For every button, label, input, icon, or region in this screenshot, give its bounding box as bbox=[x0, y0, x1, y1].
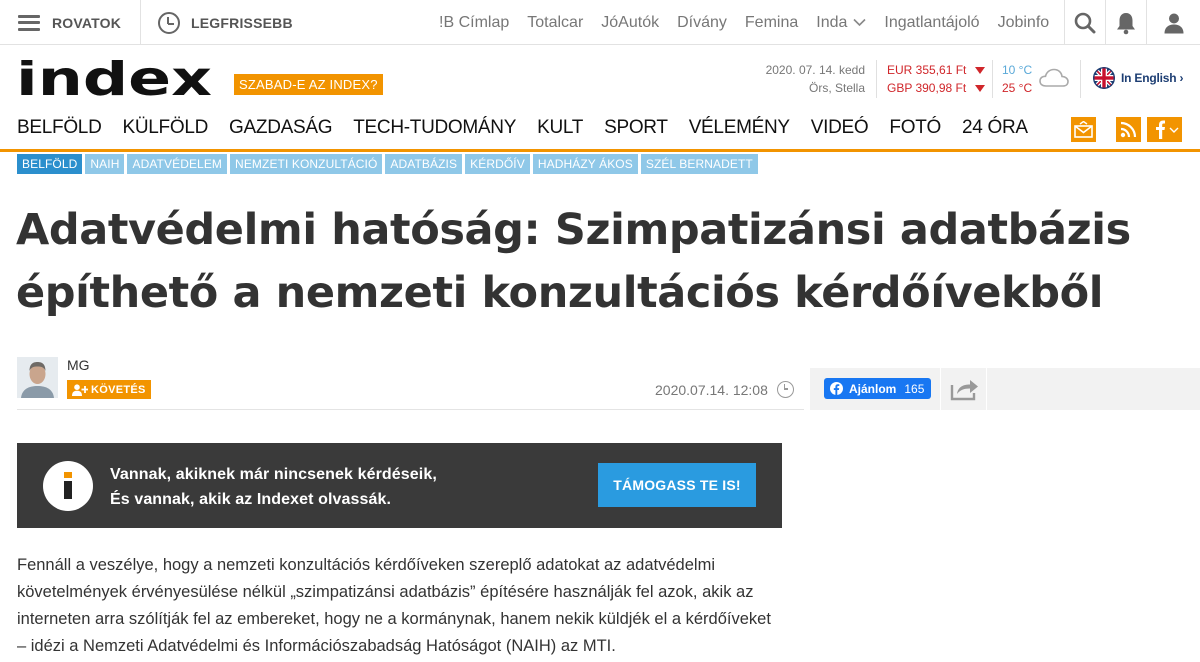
article-lead: Fennáll a veszélye, hogy a nemzeti konzu… bbox=[17, 556, 771, 655]
share-bar-extension bbox=[987, 368, 1200, 410]
article-title-line-2: építhető a nemzeti konzultációs kérdőíve… bbox=[16, 268, 1104, 318]
rovatok-label: ROVATOK bbox=[52, 14, 122, 31]
facebook-like-label: Ajánlom bbox=[849, 381, 897, 396]
nav-item-tech-tudomany[interactable]: TECH-TUDOMÁNY bbox=[353, 117, 516, 139]
uk-flag-icon bbox=[1093, 67, 1115, 89]
date-block: 2020. 07. 14. kedd Örs, Stella bbox=[740, 61, 865, 97]
support-banner-text: Vannak, akiknek már nincsenek kérdéseik,… bbox=[110, 462, 437, 512]
follow-button[interactable]: KÖVETÉS bbox=[67, 380, 151, 399]
index-logo[interactable]: index bbox=[16, 60, 212, 100]
in-english-label: In English › bbox=[1121, 71, 1184, 85]
user-icon bbox=[1164, 13, 1183, 33]
partner-link-joautok[interactable]: JóAutók bbox=[601, 14, 659, 32]
eur-rate: EUR 355,61 Ft bbox=[887, 63, 967, 77]
rss-button[interactable] bbox=[1116, 117, 1141, 142]
partner-link-inda[interactable]: Inda bbox=[816, 14, 866, 32]
mail-icon bbox=[1074, 121, 1093, 138]
nav-item-foto[interactable]: FOTÓ bbox=[889, 117, 941, 139]
partner-link-divany[interactable]: Dívány bbox=[677, 14, 727, 32]
weather[interactable]: 10 °C 25 °C bbox=[1002, 61, 1032, 97]
support-banner: Vannak, akiknek már nincsenek kérdéseik,… bbox=[17, 443, 782, 528]
tag-belfold[interactable]: BELFÖLD bbox=[17, 154, 83, 174]
nameday: Örs, Stella bbox=[808, 81, 865, 95]
support-banner-line-2: És vannak, akik az Indexet olvassák. bbox=[110, 491, 392, 508]
nav-item-kulfold[interactable]: KÜLFÖLD bbox=[123, 117, 209, 139]
legfrissebb-label: LEGFRISSEBB bbox=[191, 14, 293, 31]
nav-item-belfold[interactable]: BELFÖLD bbox=[17, 117, 102, 139]
user-button[interactable] bbox=[1146, 0, 1200, 45]
top-bar: ROVATOK LEGFRISSEBB !B Címlap Totalcar J… bbox=[0, 0, 1200, 45]
nav-item-velemeny[interactable]: VÉLEMÉNY bbox=[689, 117, 790, 139]
tag-nemzeti-konzultacio[interactable]: NEMZETI KONZULTÁCIÓ bbox=[230, 154, 383, 174]
info-icon bbox=[43, 461, 93, 511]
search-button[interactable] bbox=[1064, 0, 1105, 45]
nav-item-sport[interactable]: SPORT bbox=[604, 117, 668, 139]
svg-text:index: index bbox=[16, 60, 212, 100]
partner-link-b-cimlap[interactable]: !B Címlap bbox=[439, 14, 509, 32]
facebook-like-count: 165 bbox=[904, 381, 925, 396]
add-user-icon bbox=[72, 383, 88, 396]
divider bbox=[992, 60, 993, 98]
facebook-like-button[interactable]: Ajánlom 165 bbox=[824, 378, 931, 399]
legfrissebb-button[interactable]: LEGFRISSEBB bbox=[158, 0, 293, 45]
divider bbox=[940, 368, 941, 410]
partner-link-inda-label: Inda bbox=[816, 13, 848, 31]
tag-adatvedelem[interactable]: ADATVÉDELEM bbox=[127, 154, 228, 174]
article-title: Adatvédelmi hatóság: Szimpatizánsi adatb… bbox=[16, 199, 1196, 325]
nav-item-video[interactable]: VIDEÓ bbox=[811, 117, 869, 139]
divider bbox=[17, 409, 804, 410]
article-title-line-1: Adatvédelmi hatóság: Szimpatizánsi adatb… bbox=[16, 205, 1131, 255]
newsletter-button[interactable] bbox=[1071, 117, 1096, 142]
facebook-icon bbox=[830, 382, 843, 395]
follow-label: KÖVETÉS bbox=[91, 383, 146, 396]
down-arrow-icon bbox=[975, 66, 986, 74]
partner-link-ingatlantajolo[interactable]: Ingatlantájoló bbox=[884, 14, 979, 32]
author-avatar[interactable] bbox=[17, 357, 58, 398]
divider bbox=[876, 60, 877, 98]
bell-icon bbox=[1117, 12, 1135, 34]
in-english-link[interactable]: In English › bbox=[1093, 67, 1183, 89]
nav-item-24-ora[interactable]: 24 ÓRA bbox=[962, 117, 1028, 139]
tag-kerdoiv[interactable]: KÉRDŐÍV bbox=[465, 154, 530, 174]
main-navigation: BELFÖLD KÜLFÖLD GAZDASÁG TECH-TUDOMÁNY K… bbox=[0, 112, 1200, 152]
divider bbox=[1080, 60, 1081, 98]
facebook-button[interactable] bbox=[1147, 117, 1182, 142]
support-button[interactable]: TÁMOGASS TE IS! bbox=[598, 463, 756, 507]
share-icon[interactable] bbox=[950, 377, 980, 401]
tag-szel-bernadett[interactable]: SZÉL BERNADETT bbox=[640, 154, 758, 174]
tag-naih[interactable]: NAIH bbox=[85, 154, 125, 174]
tag-list: BELFÖLD NAIH ADATVÉDELEM NEMZETI KONZULT… bbox=[17, 154, 761, 174]
tag-hadhazy-akos[interactable]: HADHÁZY ÁKOS bbox=[532, 154, 638, 174]
facebook-icon bbox=[1155, 120, 1178, 139]
chevron-down-icon bbox=[853, 18, 866, 27]
partner-link-totalcar[interactable]: Totalcar bbox=[527, 14, 583, 32]
clock-icon bbox=[158, 11, 180, 34]
rovatok-button[interactable]: ROVATOK bbox=[18, 0, 121, 45]
hamburger-icon bbox=[18, 14, 40, 31]
partner-links: !B Címlap Totalcar JóAutók Dívány Femina… bbox=[430, 0, 1058, 45]
tag-adatbazis[interactable]: ADATBÁZIS bbox=[385, 154, 463, 174]
szabad-e-az-index-badge[interactable]: SZABAD-E AZ INDEX? bbox=[234, 74, 383, 95]
nav-item-gazdasag[interactable]: GAZDASÁG bbox=[229, 117, 332, 139]
search-icon bbox=[1074, 12, 1096, 33]
down-arrow-icon bbox=[975, 84, 986, 92]
temp-high: 25 °C bbox=[1002, 81, 1033, 95]
rss-icon bbox=[1120, 121, 1137, 138]
exchange-rates[interactable]: EUR 355,61 Ft GBP 390,98 Ft bbox=[887, 61, 986, 97]
gbp-rate: GBP 390,98 Ft bbox=[887, 81, 967, 95]
clock-icon bbox=[776, 381, 794, 398]
current-date: 2020. 07. 14. kedd bbox=[765, 63, 865, 77]
notifications-button[interactable] bbox=[1105, 0, 1146, 45]
temp-low: 10 °C bbox=[1002, 63, 1033, 77]
cloud-icon bbox=[1039, 68, 1069, 87]
author-name[interactable]: MG bbox=[67, 357, 90, 373]
support-banner-line-1: Vannak, akiknek már nincsenek kérdéseik, bbox=[110, 466, 437, 483]
publish-date: 2020.07.14. 12:08 bbox=[655, 381, 794, 398]
partner-link-jobinfo[interactable]: Jobinfo bbox=[998, 14, 1050, 32]
divider bbox=[140, 0, 141, 45]
nav-item-kult[interactable]: KULT bbox=[537, 117, 583, 139]
partner-link-femina[interactable]: Femina bbox=[745, 14, 798, 32]
publish-date-text: 2020.07.14. 12:08 bbox=[655, 381, 768, 398]
